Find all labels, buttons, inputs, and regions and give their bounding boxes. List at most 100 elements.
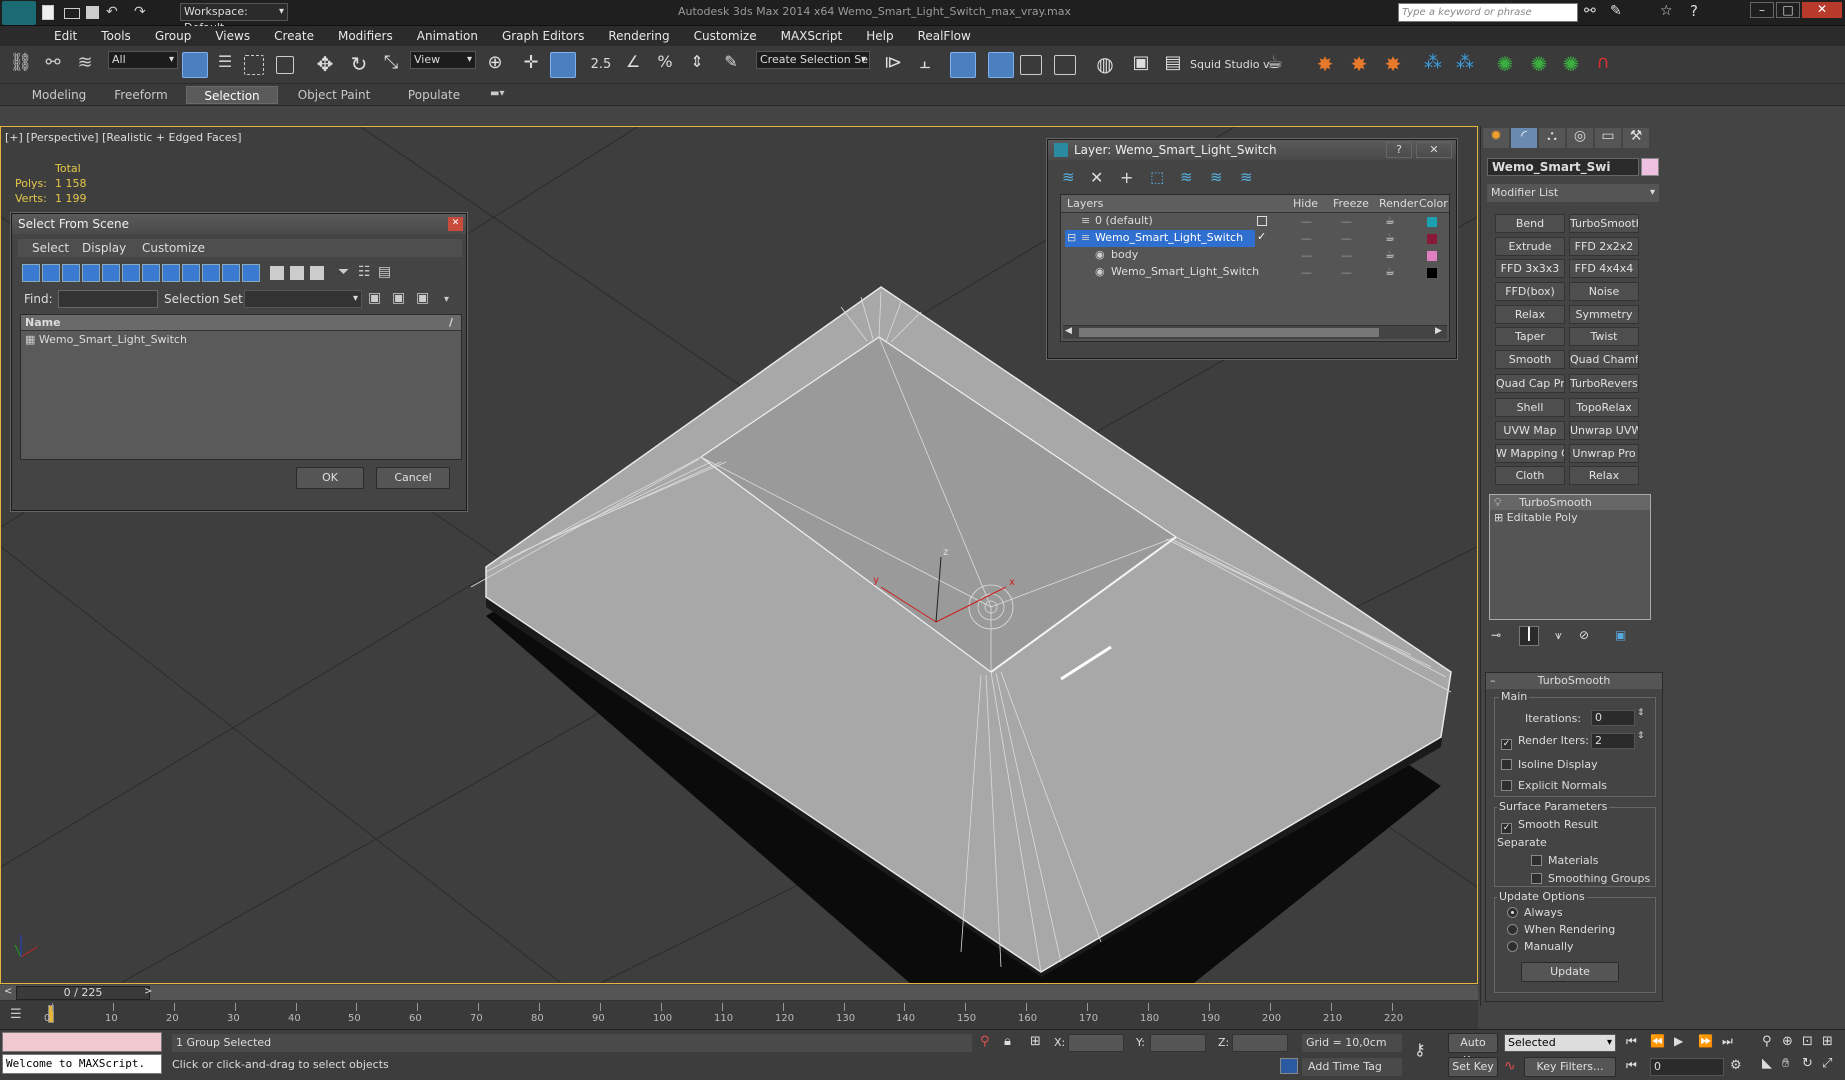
col-color[interactable]: Color	[1419, 197, 1448, 210]
menu-edit[interactable]: Edit	[42, 26, 89, 46]
new-file-icon[interactable]	[42, 5, 54, 20]
maxscript-mini-listener-bottom[interactable]: Welcome to MAXScript.	[2, 1054, 162, 1074]
menu-rendering[interactable]: Rendering	[596, 26, 681, 46]
realflow-magnet-icon[interactable]: ∩	[1590, 52, 1616, 78]
mirror-icon[interactable]: ⧐	[880, 52, 906, 78]
layer-row-default[interactable]: ≡ 0 (default) — — ☕	[1061, 213, 1449, 230]
set-key-button[interactable]: Set Key	[1448, 1057, 1498, 1077]
absolute-mode-icon[interactable]: ⊞	[1030, 1034, 1041, 1049]
modifier-quad-chamfer-button[interactable]: Quad Chamfer	[1569, 350, 1639, 369]
modifier-taper-button[interactable]: Taper	[1495, 327, 1565, 346]
pan-icon[interactable]: ✋︎	[1782, 1056, 1789, 1071]
set-keys-icon[interactable]: ∿	[1504, 1058, 1516, 1074]
go-to-end-icon[interactable]: ⏭	[1722, 1034, 1733, 1049]
rectangular-selection-icon[interactable]	[244, 55, 264, 75]
smoothing-groups-checkbox[interactable]: Smoothing Groups	[1531, 872, 1650, 885]
modifier-turboreverse-button[interactable]: TurboReverse	[1569, 374, 1639, 393]
time-slider-next-icon[interactable]: >	[144, 986, 152, 997]
modifier-shell-button[interactable]: Shell	[1495, 398, 1565, 417]
remove-modifier-icon[interactable]: ⊘	[1579, 628, 1589, 642]
layer-color-swatch[interactable]	[1427, 217, 1437, 227]
modifier-smooth-button[interactable]: Smooth	[1495, 350, 1565, 369]
zoom-icon[interactable]: ⚲	[1762, 1034, 1772, 1049]
track-bar-icon[interactable]: ☰	[10, 1007, 22, 1022]
perspective-viewport[interactable]: x y z [+] [Perspective] [Realistic + Edg…	[0, 126, 1478, 984]
object-color-swatch[interactable]	[1427, 251, 1437, 261]
name-column-header[interactable]: Name /	[21, 315, 461, 331]
x-coordinate-input[interactable]	[1068, 1034, 1124, 1052]
hierarchy-tab-icon[interactable]: ⛬	[1539, 128, 1565, 148]
collapse-icon[interactable]: ⊟	[1067, 231, 1076, 244]
selection-set-dropdown[interactable]	[244, 290, 362, 308]
scroll-thumb[interactable]	[1079, 328, 1379, 337]
render-teapot-icon[interactable]: ☕	[1385, 248, 1395, 261]
workspace-dropdown[interactable]: Workspace: Default	[180, 3, 288, 34]
selection-lock-icon[interactable]: 🔒︎	[1004, 1034, 1011, 1049]
render-iters-spinner-arrows[interactable]: ⇕	[1637, 731, 1645, 741]
options-icon[interactable]: ▤	[378, 264, 391, 280]
scroll-left-icon[interactable]: ◀	[1065, 326, 1072, 336]
go-to-start-icon[interactable]: ⏮	[1626, 1034, 1637, 1049]
select-menu-select[interactable]: Select	[32, 241, 69, 255]
undo-icon[interactable]: ↶	[106, 4, 118, 20]
link-icon[interactable]: ⛓	[8, 52, 34, 78]
object-color-swatch[interactable]	[1427, 268, 1437, 278]
tools-icon[interactable]: ✎	[1610, 3, 1622, 19]
layer-dialog-close-button[interactable]: ✕	[1416, 142, 1452, 158]
y-coordinate-input[interactable]	[1150, 1034, 1206, 1052]
scale-icon[interactable]: ⤡	[378, 52, 404, 78]
modifier-relax-button[interactable]: Relax	[1495, 305, 1565, 324]
create-layer-icon[interactable]: ≋	[1062, 168, 1075, 186]
realflow-mesh-1-icon[interactable]: ✺	[1492, 52, 1518, 78]
layer-manager-icon[interactable]	[950, 52, 976, 78]
hide-toggle[interactable]: —	[1301, 249, 1312, 262]
layer-row-wemo[interactable]: ⊟ ≡ Wemo_Smart_Light_Switch ✓ — — ☕	[1061, 230, 1449, 247]
tab-modeling[interactable]: Modeling	[18, 86, 100, 104]
realflow-daemon-1-icon[interactable]: ⁂	[1420, 52, 1446, 78]
filter-shapes-icon[interactable]	[42, 264, 60, 282]
key-filters-button[interactable]: Key Filters...	[1524, 1057, 1616, 1077]
schematic-view-icon[interactable]	[1054, 55, 1076, 75]
iterations-spinner-arrows[interactable]: ⇕	[1637, 708, 1645, 718]
maxscript-mini-listener-top[interactable]	[2, 1032, 162, 1052]
modifier-uvw-map-button[interactable]: UVW Map	[1495, 421, 1565, 440]
filter-groups-icon[interactable]	[142, 264, 160, 282]
menu-help[interactable]: Help	[854, 26, 905, 46]
zoom-all-icon[interactable]: ⊕	[1782, 1034, 1793, 1049]
key-mode-icon[interactable]: ⚷	[1414, 1040, 1426, 1059]
freeze-toggle[interactable]: —	[1341, 215, 1352, 228]
zoom-extents-icon[interactable]: ⊡	[1802, 1034, 1813, 1049]
menu-tools[interactable]: Tools	[89, 26, 143, 46]
add-to-layer-icon[interactable]: +	[1120, 168, 1133, 187]
scroll-right-icon[interactable]: ▶	[1435, 326, 1442, 336]
render-setup-icon[interactable]: ▣	[1128, 52, 1154, 78]
pin-stack-icon[interactable]: ⊸	[1491, 628, 1501, 642]
make-unique-icon[interactable]: ⩛	[1555, 628, 1562, 643]
filter-geometry-icon[interactable]	[22, 264, 40, 282]
realflow-mesh-2-icon[interactable]: ✺	[1526, 52, 1552, 78]
show-end-result-icon[interactable]: ┃	[1519, 626, 1539, 646]
tab-freeform[interactable]: Freeform	[100, 86, 182, 104]
modifier-relax-2-button[interactable]: Relax	[1569, 466, 1639, 485]
menu-views[interactable]: Views	[203, 26, 262, 46]
orbit-icon[interactable]: ↻	[1802, 1056, 1813, 1071]
filter-lights-icon[interactable]	[62, 264, 80, 282]
layer-row-wemo-group[interactable]: ◉ Wemo_Smart_Light_Switch — — ☕	[1061, 264, 1449, 281]
modifier-toporelax-button[interactable]: TopoRelax	[1569, 398, 1639, 417]
spinner-snap-icon[interactable]: ⇕	[684, 52, 710, 78]
bind-spacewarp-icon[interactable]: ≋	[72, 52, 98, 78]
hide-all-layers-icon[interactable]: ≋	[1210, 168, 1223, 186]
select-dialog-close-icon[interactable]: ✕	[448, 217, 463, 231]
save-file-icon[interactable]	[86, 6, 99, 19]
filter-bones-icon[interactable]	[182, 264, 200, 282]
binoculars-icon[interactable]: ⚯	[1584, 3, 1596, 19]
find-input[interactable]	[58, 290, 158, 308]
menu-maxscript[interactable]: MAXScript	[769, 26, 855, 46]
reference-coordinate-dropdown[interactable]: View	[410, 51, 476, 69]
modifier-ffd3-button[interactable]: FFD 3x3x3	[1495, 259, 1565, 278]
auto-key-button[interactable]: Auto Key	[1448, 1033, 1498, 1067]
time-slider-prev-icon[interactable]: <	[4, 986, 12, 997]
rotate-icon[interactable]: ↻	[346, 52, 372, 78]
display-none-icon[interactable]	[290, 266, 304, 280]
help-icon[interactable]: ?	[1690, 2, 1698, 20]
